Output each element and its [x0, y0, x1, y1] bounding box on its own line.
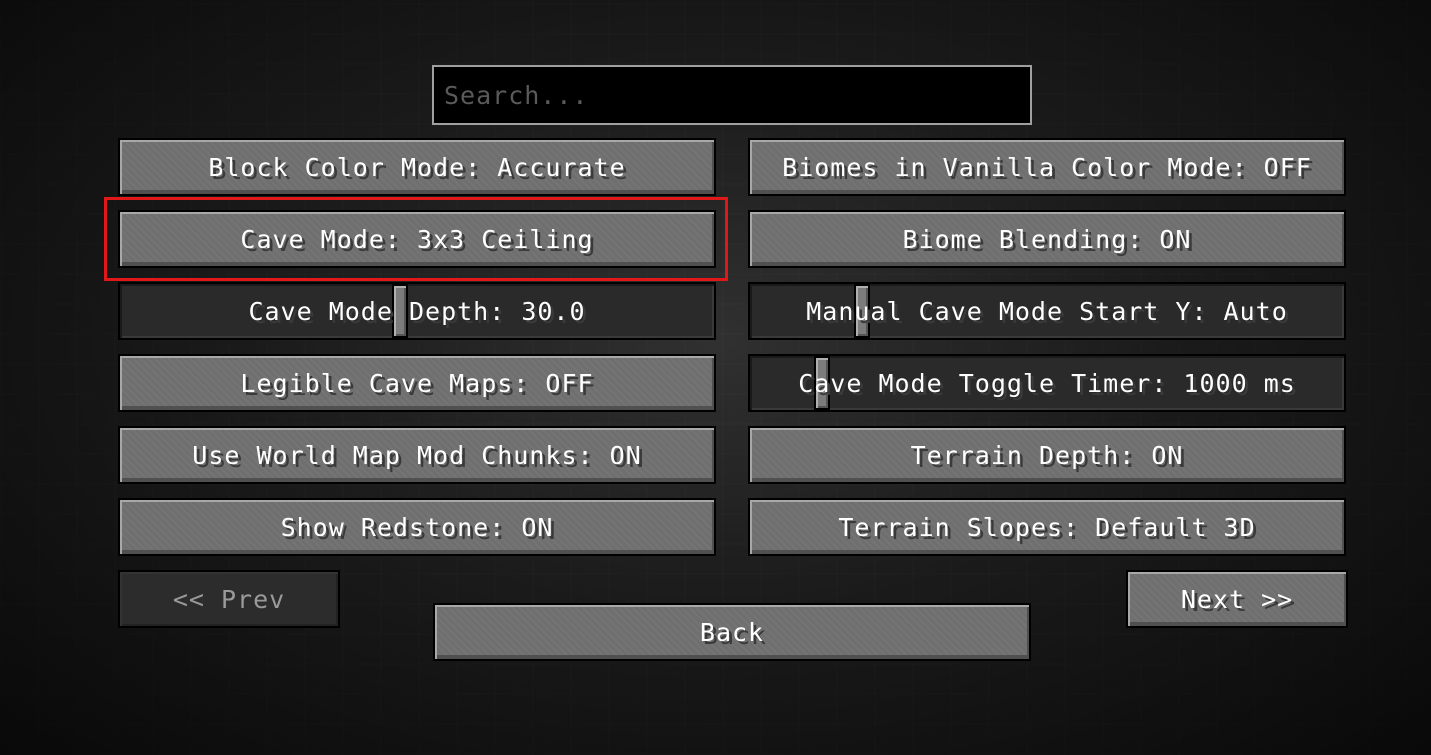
- terrain-depth-label: Terrain Depth: ON: [910, 440, 1184, 470]
- search-input[interactable]: [434, 67, 1030, 123]
- cave-mode-button[interactable]: Cave Mode: 3x3 Ceiling: [118, 210, 716, 268]
- biomes-vanilla-color-mode-label: Biomes in Vanilla Color Mode: OFF: [782, 152, 1312, 182]
- cave-mode-toggle-timer-label: Cave Mode Toggle Timer: 1000 ms: [798, 368, 1296, 398]
- legible-cave-maps-button[interactable]: Legible Cave Maps: OFF: [118, 354, 716, 412]
- terrain-depth-button[interactable]: Terrain Depth: ON: [748, 426, 1346, 484]
- terrain-slopes-label: Terrain Slopes: Default 3D: [838, 512, 1256, 542]
- terrain-slopes-button[interactable]: Terrain Slopes: Default 3D: [748, 498, 1346, 556]
- prev-page-label: << Prev: [172, 584, 286, 614]
- back-button[interactable]: Back: [433, 603, 1031, 661]
- biomes-vanilla-color-mode-button[interactable]: Biomes in Vanilla Color Mode: OFF: [748, 138, 1346, 196]
- cave-mode-depth-slider[interactable]: Cave Mode Depth: 30.0: [118, 282, 716, 340]
- cave-mode-toggle-timer-slider[interactable]: Cave Mode Toggle Timer: 1000 ms: [748, 354, 1346, 412]
- show-redstone-button[interactable]: Show Redstone: ON: [118, 498, 716, 556]
- show-redstone-label: Show Redstone: ON: [280, 512, 554, 542]
- next-page-button[interactable]: Next >>: [1126, 570, 1348, 628]
- legible-cave-maps-label: Legible Cave Maps: OFF: [240, 368, 594, 398]
- cave-mode-depth-label: Cave Mode Depth: 30.0: [248, 296, 586, 326]
- biome-blending-label: Biome Blending: ON: [902, 224, 1192, 254]
- world-map-mod-chunks-button[interactable]: Use World Map Mod Chunks: ON: [118, 426, 716, 484]
- biome-blending-button[interactable]: Biome Blending: ON: [748, 210, 1346, 268]
- cave-mode-label: Cave Mode: 3x3 Ceiling: [240, 224, 594, 254]
- prev-page-button[interactable]: << Prev: [118, 570, 340, 628]
- minimap-settings-screen: Block Color Mode: Accurate Biomes in Van…: [0, 0, 1431, 755]
- block-color-mode-button[interactable]: Block Color Mode: Accurate: [118, 138, 716, 196]
- manual-cave-start-y-label: Manual Cave Mode Start Y: Auto: [806, 296, 1288, 326]
- block-color-mode-label: Block Color Mode: Accurate: [208, 152, 626, 182]
- next-page-label: Next >>: [1180, 584, 1294, 614]
- manual-cave-start-y-slider[interactable]: Manual Cave Mode Start Y: Auto: [748, 282, 1346, 340]
- back-label: Back: [699, 617, 765, 647]
- search-box[interactable]: [432, 65, 1032, 125]
- world-map-mod-chunks-label: Use World Map Mod Chunks: ON: [192, 440, 642, 470]
